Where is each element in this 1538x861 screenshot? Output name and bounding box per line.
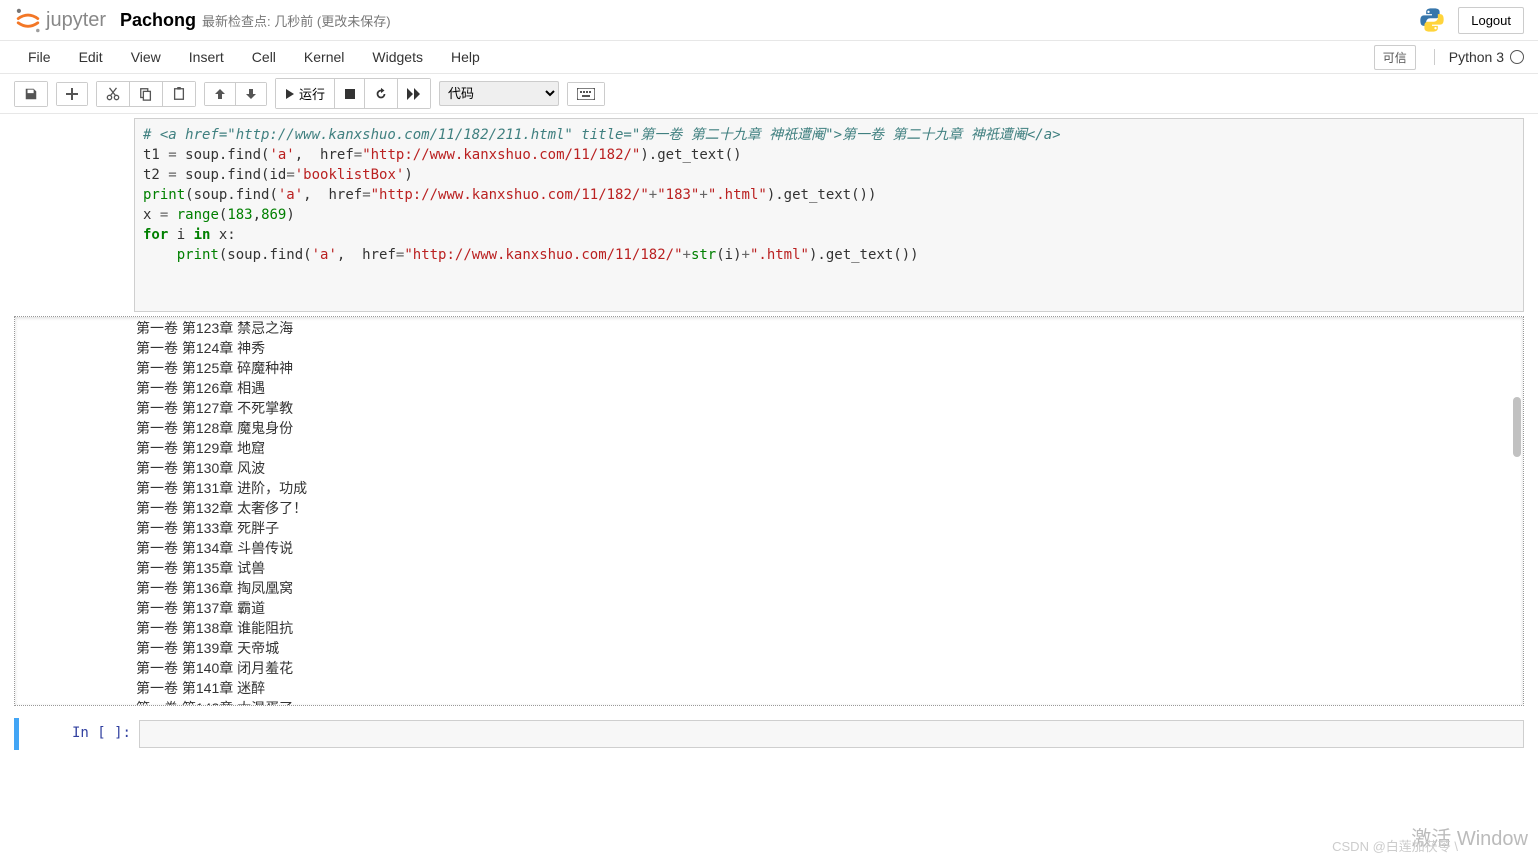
kernel-indicator[interactable]: Python 3	[1434, 49, 1524, 65]
restart-run-all-button[interactable]	[398, 79, 430, 108]
play-icon	[285, 89, 295, 99]
restart-button[interactable]	[365, 79, 398, 108]
keyboard-icon	[577, 88, 595, 100]
copy-icon	[139, 87, 153, 101]
menu-help[interactable]: Help	[437, 41, 494, 73]
save-icon	[24, 87, 38, 101]
stop-icon	[345, 89, 355, 99]
jupyter-icon	[14, 6, 42, 34]
checkpoint-status: 最新检查点: 几秒前 (更改未保存)	[202, 11, 391, 30]
input-prompt	[14, 118, 134, 312]
watermark-activate: 激活 Window	[1411, 822, 1528, 851]
run-button[interactable]: 运行	[276, 79, 335, 108]
move-up-button[interactable]	[205, 83, 236, 105]
plus-icon	[66, 88, 78, 100]
cut-button[interactable]	[97, 82, 130, 106]
menu-file[interactable]: File	[14, 41, 65, 73]
code-editor[interactable]: # <a href="http://www.kanxshuo.com/11/18…	[134, 118, 1524, 312]
save-button[interactable]	[15, 82, 47, 106]
kernel-status-icon	[1510, 50, 1524, 64]
output-text: 第一卷 第123章 禁忌之海第一卷 第124章 神秀第一卷 第125章 碎魔种神…	[135, 317, 1523, 706]
arrow-up-icon	[214, 88, 226, 100]
toolbar: 运行 代码	[0, 74, 1538, 114]
watermark-csdn: CSDN @白莲加茯苓 \	[1332, 836, 1458, 855]
notebook-title[interactable]: Pachong	[120, 10, 196, 31]
interrupt-button[interactable]	[335, 79, 365, 108]
code-cell[interactable]: # <a href="http://www.kanxshuo.com/11/18…	[14, 118, 1524, 312]
menu-insert[interactable]: Insert	[175, 41, 238, 73]
menu-view[interactable]: View	[117, 41, 175, 73]
logout-button[interactable]: Logout	[1458, 7, 1524, 34]
scrollbar-thumb[interactable]	[1513, 397, 1521, 457]
kernel-name: Python 3	[1449, 49, 1504, 65]
fast-forward-icon	[407, 88, 421, 100]
run-label: 运行	[299, 84, 325, 103]
code-cell-empty[interactable]: In [ ]:	[14, 718, 1524, 750]
menu-kernel[interactable]: Kernel	[290, 41, 358, 73]
python-icon	[1418, 6, 1446, 34]
jupyter-logo-text: jupyter	[46, 9, 106, 32]
input-prompt-empty: In [ ]:	[19, 720, 139, 748]
menubar: File Edit View Insert Cell Kernel Widget…	[0, 41, 1538, 74]
copy-button[interactable]	[130, 82, 163, 106]
celltype-select[interactable]: 代码	[439, 81, 559, 106]
jupyter-logo[interactable]: jupyter	[14, 6, 106, 34]
cut-icon	[106, 87, 120, 101]
command-palette-button[interactable]	[568, 83, 604, 105]
restart-icon	[374, 87, 388, 101]
arrow-down-icon	[245, 88, 257, 100]
notebook-header: jupyter Pachong 最新检查点: 几秒前 (更改未保存) Logou…	[0, 0, 1538, 41]
paste-icon	[172, 87, 186, 101]
trusted-indicator[interactable]: 可信	[1374, 45, 1416, 70]
insert-cell-button[interactable]	[57, 83, 87, 105]
menu-edit[interactable]: Edit	[65, 41, 117, 73]
menu-cell[interactable]: Cell	[238, 41, 290, 73]
output-area[interactable]: 第一卷 第123章 禁忌之海第一卷 第124章 神秀第一卷 第125章 碎魔种神…	[14, 316, 1524, 706]
move-down-button[interactable]	[236, 83, 266, 105]
notebook-container: # <a href="http://www.kanxshuo.com/11/18…	[0, 118, 1538, 770]
code-editor-empty[interactable]	[139, 720, 1524, 748]
menu-widgets[interactable]: Widgets	[358, 41, 437, 73]
paste-button[interactable]	[163, 82, 195, 106]
